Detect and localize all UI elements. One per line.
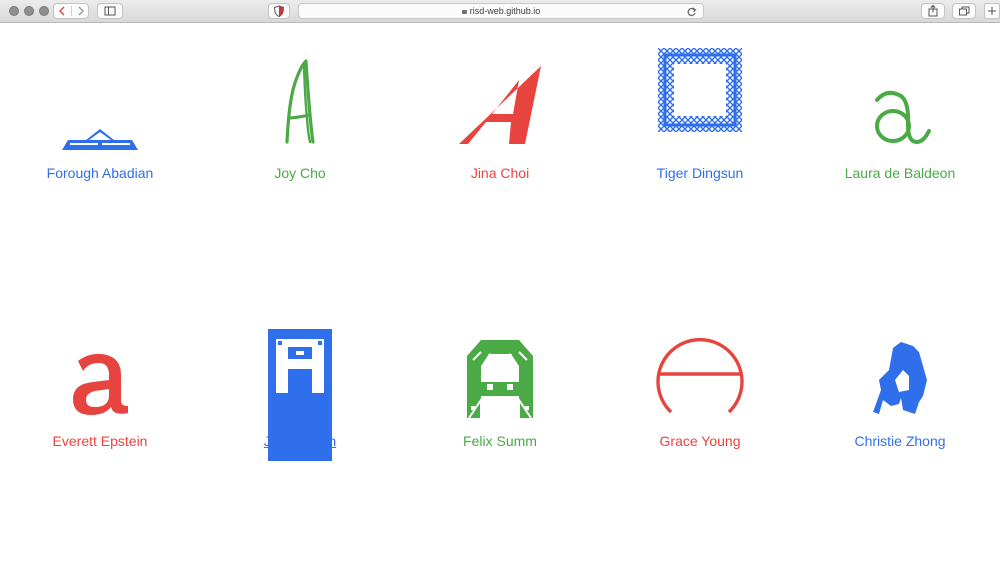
red-italic-a-icon[interactable] [400, 66, 600, 166]
tab-overview-button[interactable] [952, 3, 976, 19]
blue-pyramid-a-icon[interactable] [0, 70, 200, 170]
browser-toolbar: risd-web.github.io [0, 0, 1000, 23]
student-name-link[interactable]: Christie Zhong [800, 433, 1000, 449]
share-button[interactable] [921, 3, 945, 19]
student-name-link[interactable]: Jina Choi [400, 165, 600, 181]
student-card[interactable]: Tiger Dingsun [600, 24, 800, 204]
student-name-link[interactable]: Felix Summ [400, 433, 600, 449]
student-card[interactable]: Jina Choi [400, 24, 600, 204]
minimize-window-button[interactable] [24, 6, 34, 16]
student-name-link[interactable]: Laura de Baldeon [800, 165, 1000, 181]
privacy-report-button[interactable] [268, 3, 290, 19]
green-handwritten-a-icon[interactable] [200, 58, 400, 158]
student-card[interactable]: Laura de Baldeon [800, 24, 1000, 204]
student-card[interactable]: Joy Cho [200, 24, 400, 204]
back-forward-group [53, 3, 89, 19]
student-card[interactable]: Jueun Jeon [200, 304, 400, 484]
student-card[interactable]: Felix Summ [400, 304, 600, 484]
student-name-link[interactable]: Jueun Jeon [200, 433, 400, 449]
student-card[interactable]: Grace Young [600, 304, 800, 484]
close-window-button[interactable] [9, 6, 19, 16]
student-card[interactable]: Forough Abadian [0, 24, 200, 204]
student-grid: Forough Abadian Joy Cho Jina Choi Tiger … [0, 24, 1000, 561]
student-name-link[interactable]: Tiger Dingsun [600, 165, 800, 181]
sidebar-button[interactable] [97, 3, 123, 19]
address-bar[interactable]: risd-web.github.io [298, 3, 704, 19]
student-name-link[interactable]: Joy Cho [200, 165, 400, 181]
blue-pattern-square-icon[interactable] [600, 48, 800, 148]
student-name-link[interactable]: Forough Abadian [0, 165, 200, 181]
student-card[interactable]: Christie Zhong [800, 304, 1000, 484]
blue-brush-a-icon[interactable] [800, 340, 1000, 440]
red-circle-a-icon[interactable] [600, 338, 800, 438]
green-geometric-a-icon[interactable] [400, 340, 600, 440]
url-text: risd-web.github.io [469, 6, 541, 16]
student-name-link[interactable]: Everett Epstein [0, 433, 200, 449]
reload-icon[interactable] [686, 5, 697, 23]
lock-icon [461, 10, 467, 14]
zoom-window-button[interactable] [39, 6, 49, 16]
new-tab-button[interactable] [984, 3, 1000, 19]
student-name-link[interactable]: Grace Young [600, 433, 800, 449]
blue-block-a-icon[interactable] [200, 329, 400, 461]
student-card[interactable]: Everett Epstein [0, 304, 200, 484]
